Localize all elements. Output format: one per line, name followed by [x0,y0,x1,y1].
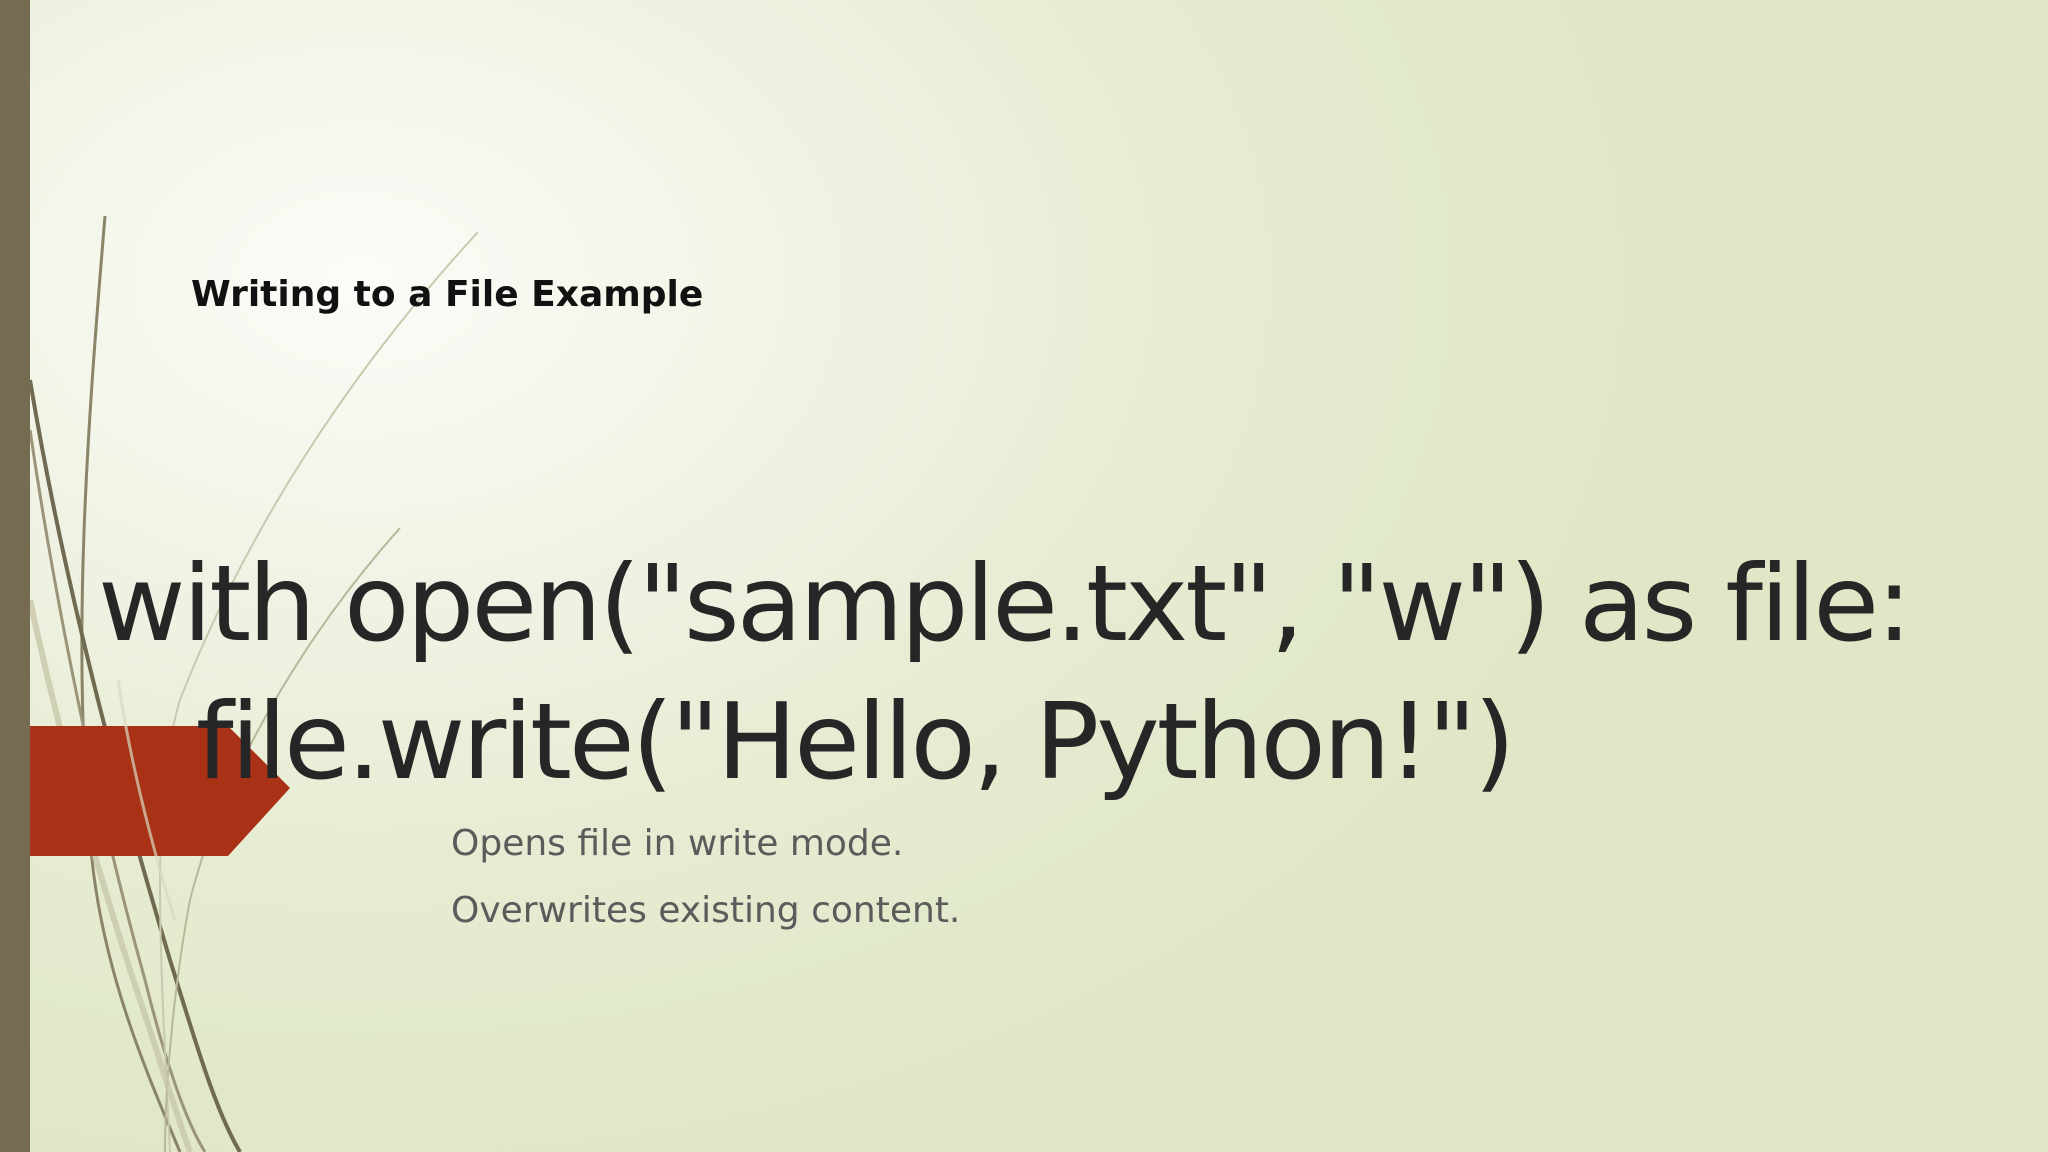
slide: Writing to a File Example with open("sam… [0,0,2048,1152]
code-line: file.write("Hello, Python!") [195,681,1516,803]
bullet-item: Opens file in write mode. [451,823,904,864]
code-block: with open("sample.txt", "w") as file: fi… [98,535,1912,811]
code-line: with open("sample.txt", "w") as file: [98,543,1912,665]
left-accent-bar [0,0,30,1152]
bullet-list: Opens file in write mode. Overwrites exi… [451,810,960,944]
slide-title: Writing to a File Example [191,274,704,315]
bullet-item: Overwrites existing content. [451,890,961,931]
